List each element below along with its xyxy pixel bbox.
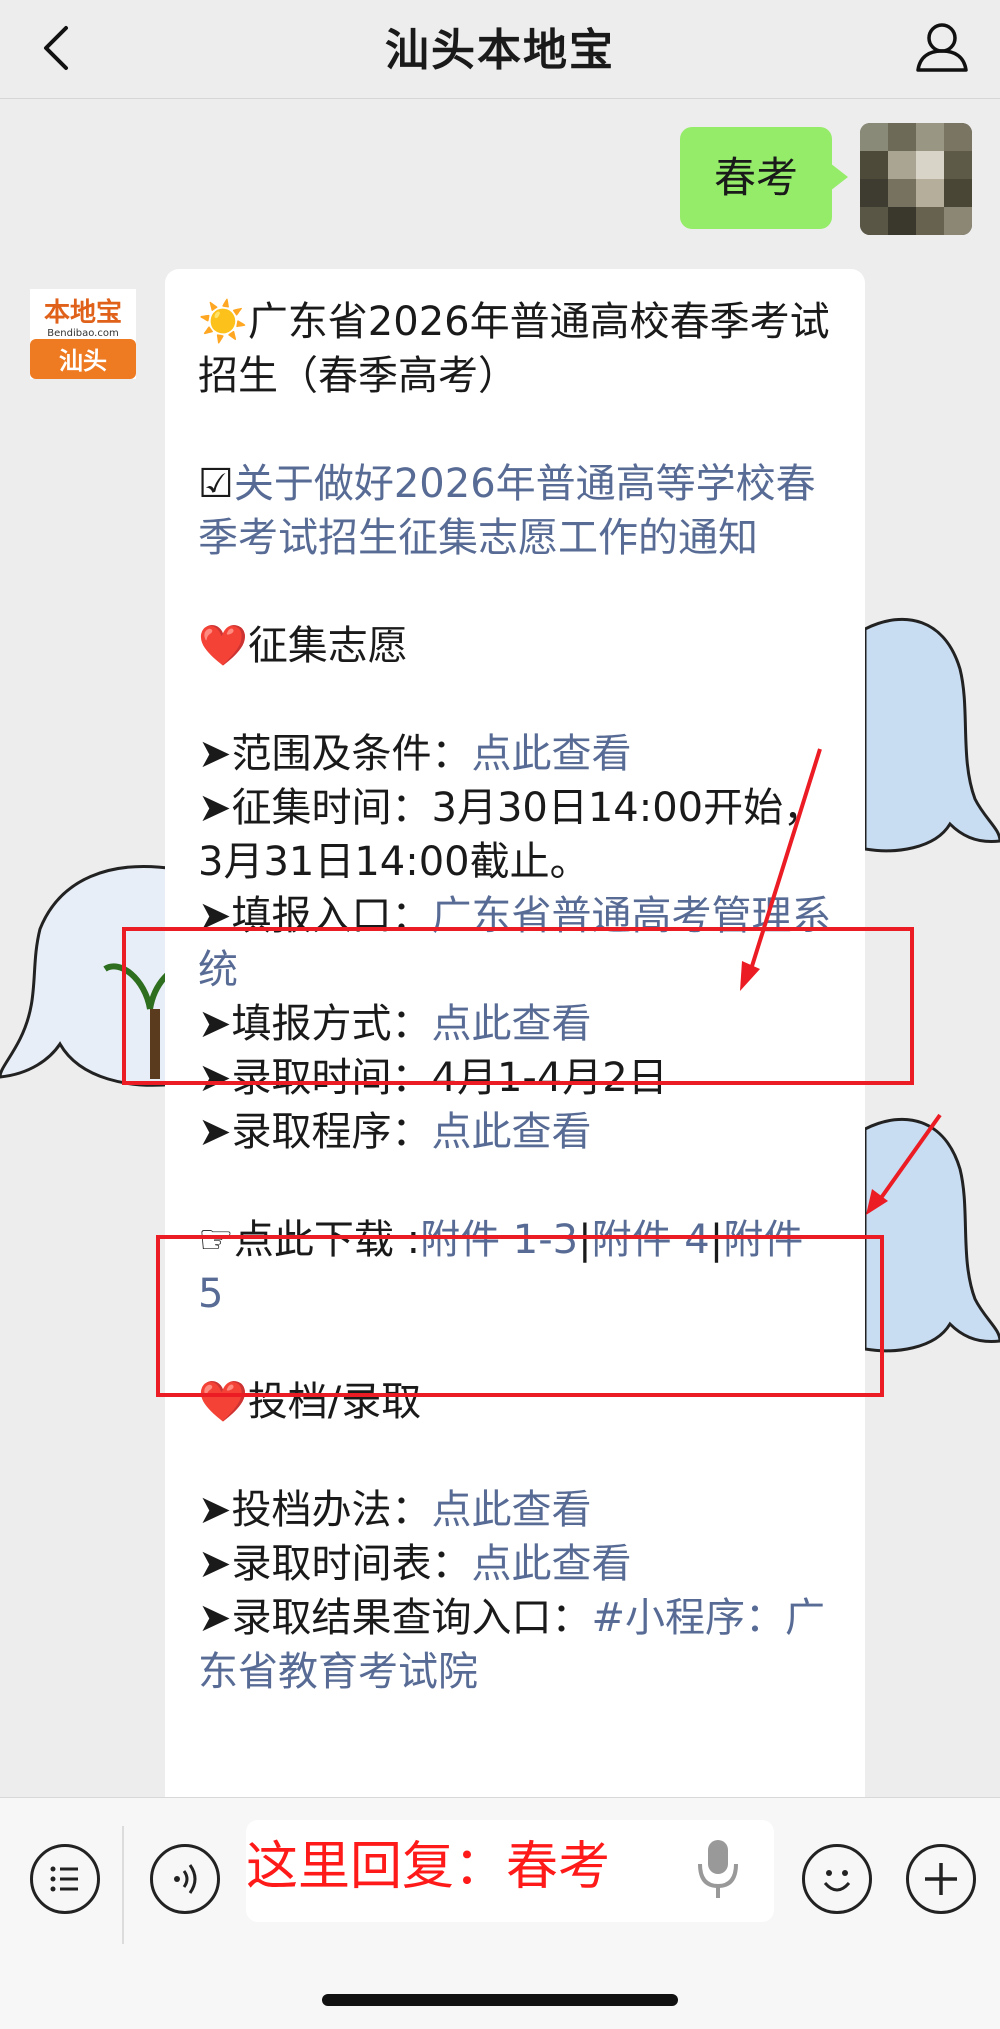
admit-proc-link[interactable]: 点此查看 [432,1109,592,1155]
user-avatar[interactable] [860,123,972,235]
range-link[interactable]: 点此查看 [472,731,632,777]
message-title: ☀️广东省2026年普通高校春季考试招生（春季高考） [198,299,830,399]
arrow-icon: ➤ [198,1541,232,1587]
annotation-arrow-top [740,748,822,991]
toudang-link[interactable]: 点此查看 [432,1487,592,1533]
bottom-input-bar: 这里回复：春考 [0,1797,1000,2029]
schedule-link[interactable]: 点此查看 [472,1541,632,1587]
checkbox-icon: ☑ [198,461,234,507]
more-plus-button[interactable] [906,1844,976,1914]
voice-toggle-button[interactable] [150,1844,220,1914]
reply-hint-overlay: 这里回复：春考 [246,1837,611,1897]
smiley-icon [823,1870,851,1892]
heart-icon: ❤️ [198,623,248,669]
admit-proc-line: ➤录取程序：点此查看 [198,1109,592,1155]
microphone-icon[interactable] [690,1834,746,1904]
arrow-icon: ➤ [198,1487,232,1533]
top-bar: 汕头本地宝 [0,0,1000,99]
user-message-text: 春考 [713,153,798,202]
toudang-line: ➤投档办法：点此查看 [198,1487,592,1533]
arrow-icon: ➤ [198,731,232,777]
svg-text:本地宝: 本地宝 [44,297,122,328]
annotation-box-download [156,1235,884,1397]
plus-icon [925,1863,957,1895]
avatar-pixelated-image [860,123,972,235]
arrow-icon: ➤ [198,785,232,831]
emoji-button[interactable] [802,1844,872,1914]
annotation-arrow-bottom [866,1113,942,1215]
section1-heading: ❤️征集志愿 [198,623,408,669]
bendibao-logo-avatar[interactable]: 本地宝 Bendibao.com 汕头 [30,289,136,379]
background-bubble-right-top-illustration [865,617,1000,853]
menu-list-button[interactable] [30,1844,100,1914]
divider [122,1826,124,1944]
chat-area[interactable]: 春考 本地宝 Bendibao.com 汕头 ☀️广东省2026年普通高校春季考… [0,99,1000,1799]
sun-icon: ☀️ [198,299,248,345]
svg-text:Bendibao.com: Bendibao.com [47,328,118,339]
svg-text:汕头: 汕头 [59,347,107,375]
bendibao-logo-icon: 本地宝 Bendibao.com 汕头 [30,289,136,379]
home-indicator[interactable] [322,1994,678,2006]
user-profile-icon[interactable] [912,16,972,76]
schedule-line: ➤录取时间表：点此查看 [198,1541,632,1587]
page-title: 汕头本地宝 [385,25,615,76]
list-icon [50,1866,78,1892]
arrow-icon: ➤ [198,1109,232,1155]
voice-waves-icon [174,1864,197,1894]
result-line: ➤录取结果查询入口：#小程序：广东省教育考试院 [198,1595,826,1695]
arrow-icon: ➤ [198,1595,232,1641]
notice-link[interactable]: 关于做好2026年普通高等学校春季考试招生征集志愿工作的通知 [198,461,816,561]
user-message-bubble[interactable]: 春考 [679,127,849,229]
notice-link-line: ☑关于做好2026年普通高等学校春季考试招生征集志愿工作的通知 [198,457,838,565]
